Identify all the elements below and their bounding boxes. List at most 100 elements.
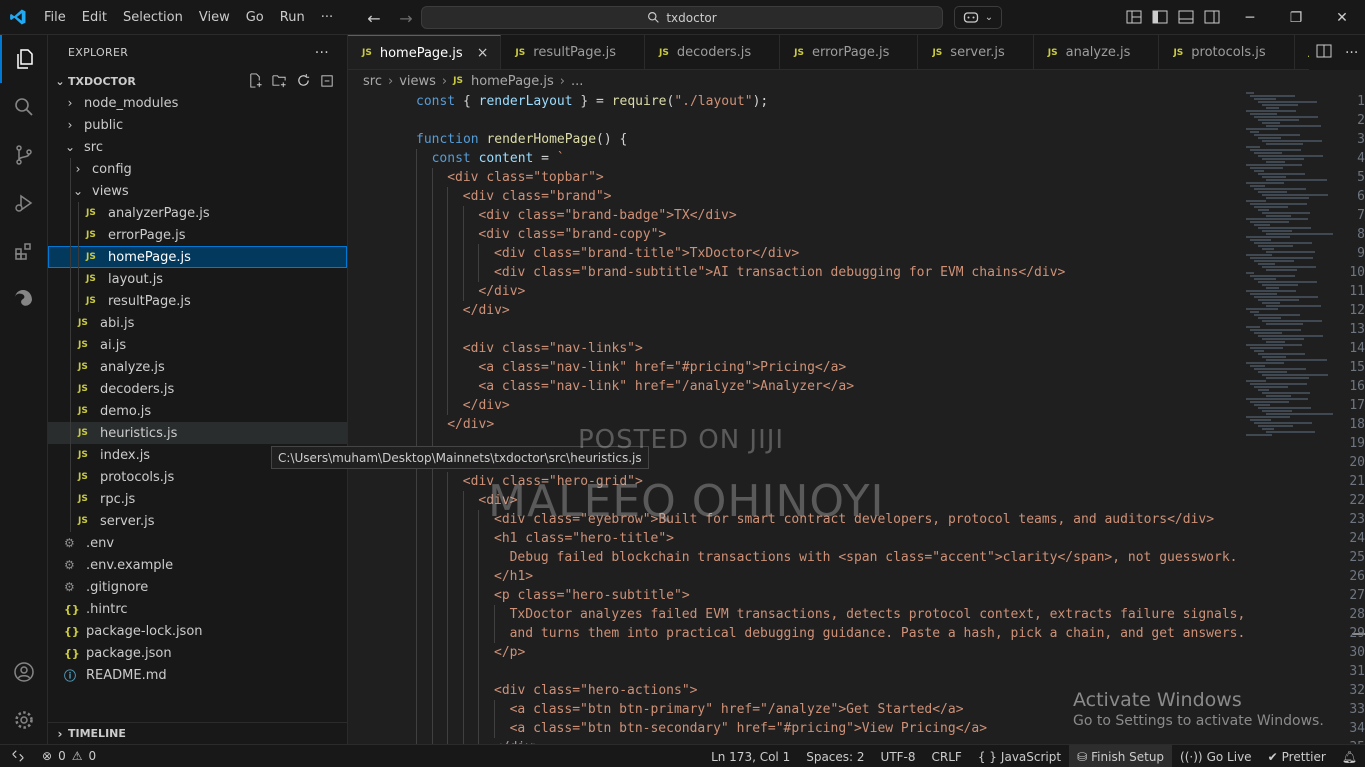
command-center-search[interactable]: txdoctor [421,6,943,29]
collapse-all-icon[interactable] [319,72,335,88]
toggle-panel-icon[interactable] [1176,7,1196,27]
language-mode[interactable]: { } JavaScript [970,745,1069,767]
problems-indicator[interactable]: ⊗ 0 ⚠ 0 [36,749,96,763]
account-icon[interactable] [0,648,48,696]
menu-go[interactable]: Go [238,0,272,35]
code-token: <a class="nav-link" href="#pricing">Pric… [478,360,847,375]
tree-item[interactable]: JS decoders.js [48,378,347,400]
minimap-line [1254,98,1276,100]
cursor-position[interactable]: Ln 173, Col 1 [703,745,798,767]
tree-item[interactable]: {} package-lock.json [48,620,347,642]
tree-item[interactable]: {} package.json [48,642,347,664]
split-editor-icon[interactable] [1316,44,1332,62]
menu-selection[interactable]: Selection [115,0,191,35]
tab[interactable]: JS homePage.js × [348,35,502,69]
new-folder-icon[interactable] [271,72,287,88]
edge-devtools-icon[interactable] [0,275,48,323]
toggle-primary-sidebar-icon[interactable] [1150,7,1170,27]
tab[interactable]: JS decoders.js [645,35,781,69]
tree-item[interactable]: JS homePage.js [48,246,347,268]
end-of-line[interactable]: CRLF [924,745,970,767]
tab[interactable]: JS analyze.js [1034,35,1160,69]
remote-indicator-icon[interactable] [0,745,36,767]
back-arrow-icon[interactable]: ← [362,7,386,29]
minimap-line [1254,404,1270,406]
restore-icon[interactable]: ❐ [1273,0,1319,35]
tree-item[interactable]: JS ai.js [48,334,347,356]
prettier-button[interactable]: ✔ Prettier [1260,745,1334,767]
tree-item[interactable]: ⚙ .env [48,532,347,554]
tree-item[interactable]: JS server.js [48,510,347,532]
code-editor[interactable]: 1 const { renderLayout } = require("./lay… [348,92,1365,744]
close-icon[interactable]: × [477,45,489,61]
menu-run[interactable]: Run [272,0,313,35]
tree-item[interactable]: {} .hintrc [48,598,347,620]
tree-item[interactable]: JS abi.js [48,312,347,334]
tree-item[interactable]: JS errorPage.js [48,224,347,246]
search-icon[interactable] [0,83,48,131]
minimap-line [1266,287,1279,289]
tab[interactable]: JS server.js [918,35,1034,69]
line-number: 30 [1349,645,1365,660]
toggle-secondary-sidebar-icon[interactable] [1202,7,1222,27]
go-live-button[interactable]: ((·)) Go Live [1172,745,1260,767]
menu-edit[interactable]: Edit [74,0,115,35]
tree-item[interactable]: JS heuristics.js [48,422,347,444]
tree-item[interactable]: JS demo.js [48,400,347,422]
timeline-section[interactable]: › TIMELINE [48,722,348,744]
encoding[interactable]: UTF-8 [873,745,924,767]
vscode-logo-icon[interactable] [0,8,36,26]
tree-item[interactable]: ⚙ .env.example [48,554,347,576]
tree-item[interactable]: › config [48,158,347,180]
menu-file[interactable]: File [36,0,74,35]
menu-view[interactable]: View [191,0,238,35]
tab[interactable]: JS resultPage.js [501,35,646,69]
forward-arrow-icon[interactable]: → [394,7,418,29]
code-line: function renderHomePage() { [416,130,627,149]
tree-item[interactable]: JS resultPage.js [48,290,347,312]
tree-item[interactable]: ⚙ .gitignore [48,576,347,598]
tree-item[interactable]: JS analyze.js [48,356,347,378]
tree-item[interactable]: JS analyzerPage.js [48,202,347,224]
settings-gear-icon[interactable] [0,696,48,744]
close-icon[interactable]: ✕ [1319,0,1365,35]
extensions-icon[interactable] [0,227,48,275]
minimize-icon[interactable]: ─ [1227,0,1273,35]
breadcrumb-src[interactable]: src [363,74,382,89]
tree-item[interactable]: ⌄ views [48,180,347,202]
tree-item[interactable]: ⓘ README.md [48,664,347,686]
chevron-right-icon: › [441,73,448,89]
customize-layout-icon[interactable] [1124,7,1144,27]
tree-item[interactable]: ⌄ src [48,136,347,158]
notifications-bell-icon[interactable]: 🔔︎ [1334,745,1365,767]
workspace-folder[interactable]: ⌄ TXDOCTOR [48,70,347,92]
more-actions-icon[interactable]: ··· [1345,45,1358,61]
run-debug-icon[interactable] [0,179,48,227]
tree-item[interactable]: JS rpc.js [48,488,347,510]
tree-item[interactable]: JS protocols.js [48,466,347,488]
breadcrumb-symbol[interactable]: ... [571,74,583,89]
explorer-icon[interactable] [0,35,48,83]
new-file-icon[interactable] [247,72,263,88]
source-control-icon[interactable] [0,131,48,179]
copilot-button[interactable]: ⌄ [954,6,1002,29]
minimap-line [1250,239,1271,241]
code-token: <p class="hero-subtitle"> [494,588,690,603]
line-number: 20 [1349,455,1365,470]
tree-item[interactable]: › public [48,114,347,136]
tree-item[interactable]: JS layout.js [48,268,347,290]
tab[interactable]: JS protocols.js [1159,35,1295,69]
breadcrumb-file[interactable]: homePage.js [471,74,554,89]
code-line: and turns them into practical debugging … [510,624,1246,643]
refresh-icon[interactable] [295,72,311,88]
minimap-line [1254,206,1288,208]
indentation[interactable]: Spaces: 2 [798,745,872,767]
minimap-line [1258,353,1305,355]
explorer-more-button[interactable]: ··· [315,45,329,61]
info-icon: ⓘ [64,668,77,683]
tab[interactable]: JS errorPage.js [780,35,919,69]
breadcrumb-views[interactable]: views [399,74,436,89]
finish-setup-button[interactable]: ⛁ Finish Setup [1069,745,1173,767]
tree-item[interactable]: › node_modules [48,92,347,114]
menu-more[interactable]: ··· [313,0,341,35]
